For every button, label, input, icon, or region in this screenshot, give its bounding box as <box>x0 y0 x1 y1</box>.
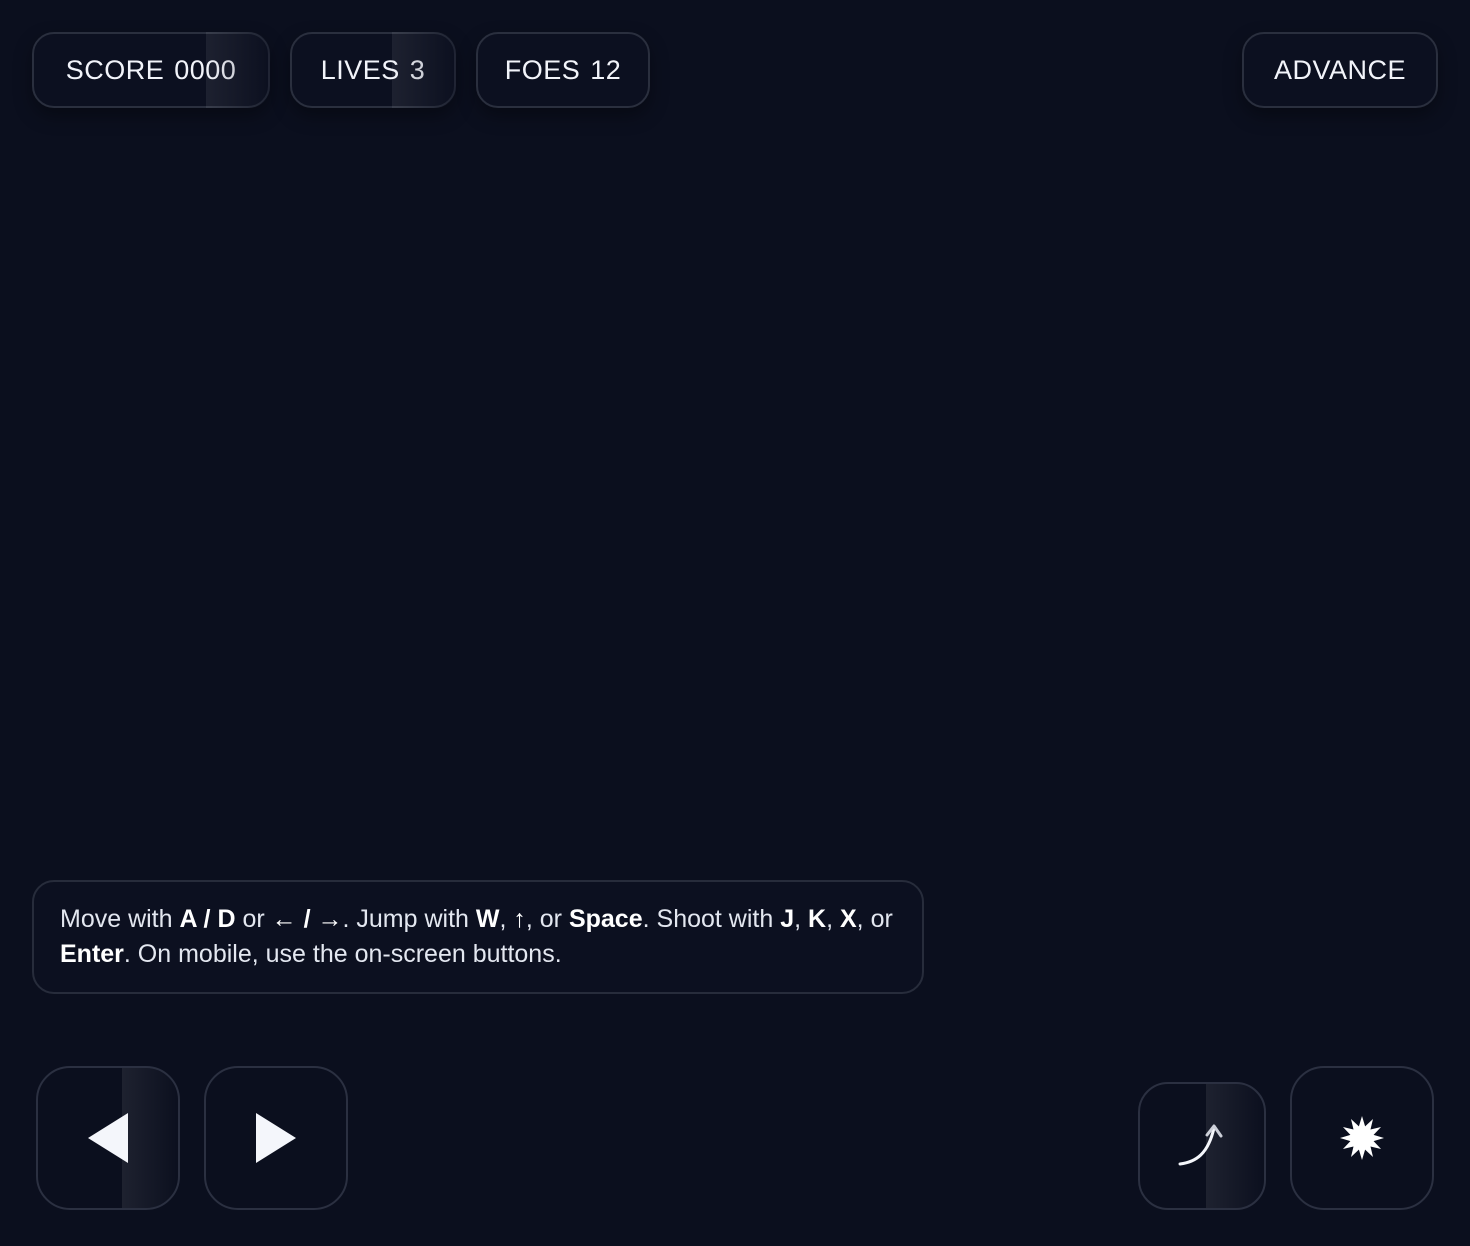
foes-display: FOES 12 <box>476 32 650 108</box>
help-key: A / D <box>179 905 236 933</box>
shoot-button[interactable] <box>1290 1066 1434 1210</box>
score-value: 0000 <box>174 54 237 85</box>
burst-star-icon <box>1340 1116 1384 1160</box>
help-text: Move with <box>60 905 180 933</box>
help-text: , or <box>525 905 569 933</box>
help-text: , <box>794 905 809 933</box>
help-key: K <box>808 905 827 933</box>
right-triangle-icon <box>256 1113 296 1163</box>
help-key: J <box>780 905 795 933</box>
jump-arc-arrow-icon <box>1178 1124 1223 1166</box>
help-text: . On mobile, use the on-screen buttons. <box>123 940 562 968</box>
advance-button[interactable]: ADVANCE <box>1242 32 1438 108</box>
advance-label: ADVANCE <box>1273 54 1407 85</box>
help-key: ← / → <box>271 905 343 933</box>
lives-display: LIVES 3 <box>290 32 456 108</box>
help-key: Space <box>568 905 643 933</box>
help-key: Enter <box>60 940 124 968</box>
left-triangle-icon <box>88 1113 128 1163</box>
jump-button[interactable] <box>1138 1082 1266 1210</box>
help-text: or <box>235 905 272 933</box>
move-right-button[interactable] <box>204 1066 348 1210</box>
help-key: W <box>475 905 500 933</box>
help-text: , or <box>856 905 893 933</box>
score-label: SCORE <box>65 54 165 85</box>
help-text: . Shoot with <box>642 905 781 933</box>
help-text: , <box>499 905 514 933</box>
help-key: X <box>839 905 857 933</box>
lives-label: LIVES <box>320 54 400 85</box>
move-left-button[interactable] <box>36 1066 180 1210</box>
foes-label: FOES <box>504 54 581 85</box>
lives-value: 3 <box>409 54 426 85</box>
help-text: , <box>826 905 840 933</box>
foes-value: 12 <box>590 54 622 85</box>
help-key: ↑ <box>513 905 526 933</box>
controls-help-text: Move with A / D or ← / →. Jump with W, ↑… <box>32 880 924 994</box>
help-text: . Jump with <box>342 905 476 933</box>
score-display: SCORE 0000 <box>32 32 270 108</box>
